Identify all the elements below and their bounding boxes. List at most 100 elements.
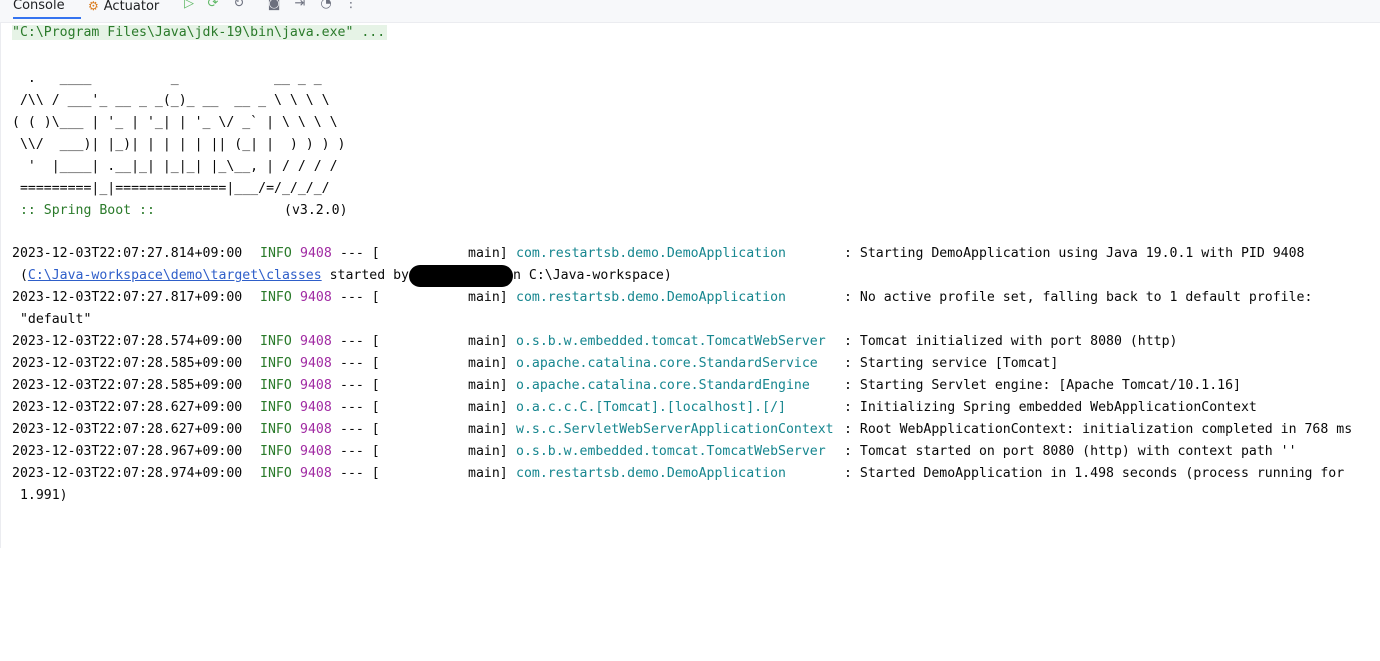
debug-rerun-icon[interactable]: ⟳ bbox=[205, 0, 221, 12]
log-continuation: 1.991) bbox=[12, 488, 68, 503]
log-thread: main] bbox=[468, 444, 508, 459]
console-toolbar: Console ⚙ Actuator ▷ ⟳ ↻ ◙ ⇥ ◔ ⋮ bbox=[0, 0, 1380, 23]
log-message: : Root WebApplicationContext: initializa… bbox=[844, 422, 1353, 437]
log-timestamp: 2023-12-03T22:07:28.967+09:00 bbox=[12, 444, 243, 459]
tab-actuator-label: Actuator bbox=[103, 0, 160, 14]
console-left-border bbox=[0, 22, 1, 548]
log-pid: 9408 bbox=[300, 356, 332, 371]
log-pid: 9408 bbox=[300, 334, 332, 349]
log-thread: main] bbox=[468, 334, 508, 349]
log-timestamp: 2023-12-03T22:07:28.627+09:00 bbox=[12, 422, 243, 437]
log-pid: 9408 bbox=[300, 444, 332, 459]
log-message: : Starting Servlet engine: [Apache Tomca… bbox=[844, 378, 1241, 393]
tab-console[interactable]: Console bbox=[13, 0, 81, 19]
log-logger: o.apache.catalina.core.StandardService bbox=[516, 356, 818, 371]
log-message: : Initializing Spring embedded WebApplic… bbox=[844, 400, 1257, 415]
log-timestamp: 2023-12-03T22:07:27.817+09:00 bbox=[12, 290, 243, 305]
active-tab-indicator bbox=[13, 17, 81, 19]
command-line: "C:\Program Files\Java\jdk-19\bin\java.e… bbox=[12, 22, 388, 44]
log-message: : Started DemoApplication in 1.498 secon… bbox=[844, 466, 1345, 481]
log-message: : Tomcat started on port 8080 (http) wit… bbox=[844, 444, 1297, 459]
log-level: INFO bbox=[260, 466, 292, 481]
dashboard-icon[interactable]: ◔ bbox=[318, 0, 334, 12]
log-line: 2023-12-03T22:07:28.627+09:00 INFO 9408 … bbox=[12, 397, 1372, 419]
log-continuation: (C:\Java-workspace\demo\target\classes s… bbox=[12, 265, 672, 287]
log-line: 2023-12-03T22:07:28.627+09:00 INFO 9408 … bbox=[12, 419, 1372, 441]
log-timestamp: 2023-12-03T22:07:27.814+09:00 bbox=[12, 246, 243, 261]
log-logger: com.restartsb.demo.DemoApplication bbox=[516, 466, 786, 481]
log-timestamp: 2023-12-03T22:07:28.574+09:00 bbox=[12, 334, 243, 349]
log-separator: --- [ bbox=[340, 400, 380, 415]
log-level: INFO bbox=[260, 246, 292, 261]
more-icon[interactable]: ⋮ bbox=[343, 0, 359, 12]
log-message: : Starting DemoApplication using Java 19… bbox=[844, 246, 1305, 261]
log-thread: main] bbox=[468, 422, 508, 437]
log-separator: --- [ bbox=[340, 290, 380, 305]
log-logger: o.s.b.w.embedded.tomcat.TomcatWebServer bbox=[516, 444, 826, 459]
log-level: INFO bbox=[260, 356, 292, 371]
restart-icon[interactable]: ↻ bbox=[231, 0, 247, 12]
log-pid: 9408 bbox=[300, 400, 332, 415]
log-pid: 9408 bbox=[300, 378, 332, 393]
log-level: INFO bbox=[260, 422, 292, 437]
banner-line: =========|_|==============|___/=/_/_/_/ bbox=[12, 181, 330, 196]
log-level: INFO bbox=[260, 378, 292, 393]
log-timestamp: 2023-12-03T22:07:28.585+09:00 bbox=[12, 378, 243, 393]
banner-line: /\\ / ___'_ __ _ _(_)_ __ __ _ \ \ \ \ bbox=[12, 93, 330, 108]
log-message: : No active profile set, falling back to… bbox=[844, 290, 1313, 305]
log-logger: w.s.c.ServletWebServerApplicationContext bbox=[516, 422, 834, 437]
log-line: 2023-12-03T22:07:27.814+09:00 INFO 9408 … bbox=[12, 243, 1372, 265]
log-line: 2023-12-03T22:07:27.817+09:00 INFO 9408 … bbox=[12, 287, 1372, 309]
started-by-text: started by bbox=[321, 268, 409, 283]
spring-boot-label: :: Spring Boot :: bbox=[12, 203, 155, 218]
log-separator: --- [ bbox=[340, 334, 380, 349]
log-pid: 9408 bbox=[300, 422, 332, 437]
tab-console-label: Console bbox=[13, 0, 65, 13]
log-separator: --- [ bbox=[340, 246, 380, 261]
log-message: : Starting service [Tomcat] bbox=[844, 356, 1059, 371]
log-timestamp: 2023-12-03T22:07:28.974+09:00 bbox=[12, 466, 243, 481]
log-separator: --- [ bbox=[340, 444, 380, 459]
screenshot-icon[interactable]: ◙ bbox=[266, 0, 282, 12]
spring-boot-version: (v3.2.0) bbox=[284, 203, 348, 218]
log-level: INFO bbox=[260, 290, 292, 305]
log-separator: --- [ bbox=[340, 422, 380, 437]
continuation-prefix: ( bbox=[12, 268, 28, 283]
log-logger: o.s.b.w.embedded.tomcat.TomcatWebServer bbox=[516, 334, 826, 349]
log-logger: o.apache.catalina.core.StandardEngine bbox=[516, 378, 810, 393]
log-level: INFO bbox=[260, 400, 292, 415]
banner-line: ' |____| .__|_| |_|_| |_\__, | / / / / bbox=[12, 159, 338, 174]
log-line: 2023-12-03T22:07:28.967+09:00 INFO 9408 … bbox=[12, 441, 1372, 463]
log-separator: --- [ bbox=[340, 356, 380, 371]
log-line: 2023-12-03T22:07:28.585+09:00 INFO 9408 … bbox=[12, 353, 1372, 375]
log-thread: main] bbox=[468, 378, 508, 393]
log-logger: com.restartsb.demo.DemoApplication bbox=[516, 290, 786, 305]
classes-path-link[interactable]: C:\Java-workspace\demo\target\classes bbox=[28, 268, 322, 283]
log-pid: 9408 bbox=[300, 466, 332, 481]
log-level: INFO bbox=[260, 334, 292, 349]
log-thread: main] bbox=[468, 356, 508, 371]
actuator-icon: ⚙ bbox=[88, 0, 99, 13]
log-thread: main] bbox=[468, 400, 508, 415]
redacted-username bbox=[409, 265, 513, 287]
java-command[interactable]: "C:\Program Files\Java\jdk-19\bin\java.e… bbox=[12, 25, 388, 40]
log-logger: com.restartsb.demo.DemoApplication bbox=[516, 246, 786, 261]
log-line: 2023-12-03T22:07:28.574+09:00 INFO 9408 … bbox=[12, 331, 1372, 353]
tab-actuator[interactable]: ⚙ Actuator bbox=[88, 0, 159, 17]
log-line: 2023-12-03T22:07:28.585+09:00 INFO 9408 … bbox=[12, 375, 1372, 397]
banner-line: . ____ _ __ _ _ bbox=[12, 71, 322, 86]
log-pid: 9408 bbox=[300, 290, 332, 305]
exit-icon[interactable]: ⇥ bbox=[292, 0, 308, 12]
log-timestamp: 2023-12-03T22:07:28.627+09:00 bbox=[12, 400, 243, 415]
log-separator: --- [ bbox=[340, 466, 380, 481]
banner-line: \\/ ___)| |_)| | | | | || (_| | ) ) ) ) bbox=[12, 137, 346, 152]
rerun-icon[interactable]: ▷ bbox=[181, 0, 197, 12]
log-pid: 9408 bbox=[300, 246, 332, 261]
continuation-suffix: n C:\Java-workspace) bbox=[513, 268, 672, 283]
log-timestamp: 2023-12-03T22:07:28.585+09:00 bbox=[12, 356, 243, 371]
log-level: INFO bbox=[260, 444, 292, 459]
log-logger: o.a.c.c.C.[Tomcat].[localhost].[/] bbox=[516, 400, 786, 415]
log-line: 2023-12-03T22:07:28.974+09:00 INFO 9408 … bbox=[12, 463, 1372, 485]
console-output[interactable]: "C:\Program Files\Java\jdk-19\bin\java.e… bbox=[12, 22, 1380, 548]
log-thread: main] bbox=[468, 290, 508, 305]
